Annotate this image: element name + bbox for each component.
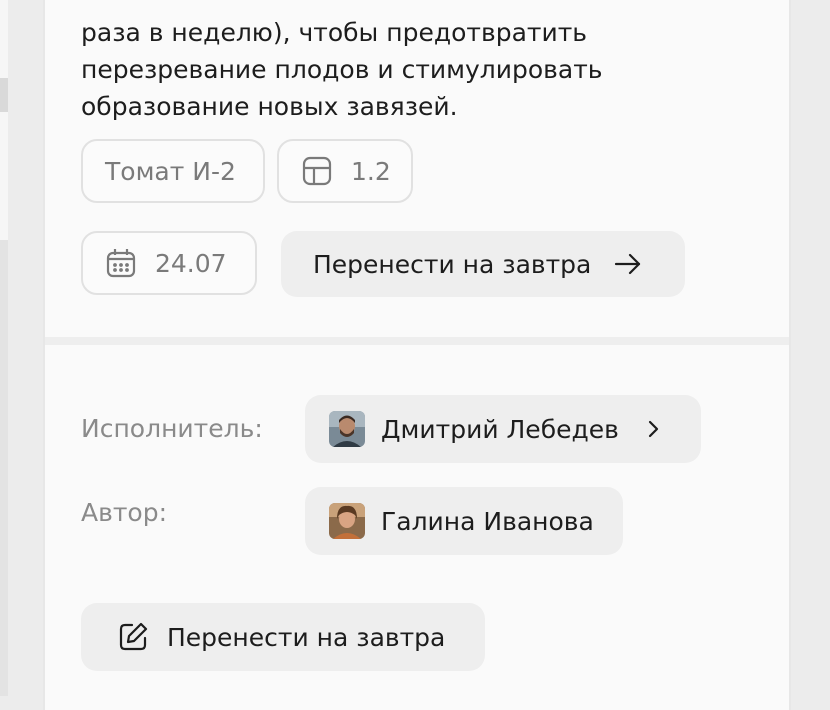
- plot-tag[interactable]: 1.2: [277, 139, 413, 203]
- description-line: образование новых завязей.: [81, 92, 458, 121]
- arrow-right-icon: [613, 249, 643, 279]
- left-panel-edge: [0, 0, 8, 696]
- grid-icon: [301, 155, 333, 187]
- description-line: раза в неделю), чтобы предотвратить: [81, 18, 587, 47]
- left-panel-segment: [0, 240, 8, 696]
- chevron-right-icon: [645, 418, 661, 440]
- reschedule-edit-button[interactable]: Перенести на завтра: [81, 603, 485, 671]
- left-panel-segment: [0, 78, 8, 112]
- author-label: Автор:: [81, 498, 167, 527]
- reschedule-button[interactable]: Перенести на завтра: [281, 231, 685, 297]
- assignee-avatar: [329, 411, 365, 447]
- date-tag[interactable]: 24.07: [81, 231, 257, 295]
- task-card: раза в неделю), чтобы предотвратить пере…: [43, 0, 791, 710]
- variety-tag-label: Томат И-2: [105, 156, 236, 186]
- variety-tag[interactable]: Томат И-2: [81, 139, 265, 203]
- section-divider: [45, 337, 789, 345]
- assignee-name: Дмитрий Лебедев: [381, 414, 619, 444]
- reschedule-edit-button-label: Перенести на завтра: [167, 622, 446, 652]
- edit-icon: [117, 621, 149, 653]
- assignee-selector[interactable]: Дмитрий Лебедев: [305, 395, 701, 463]
- reschedule-button-label: Перенести на завтра: [313, 249, 592, 279]
- author-chip[interactable]: Галина Иванова: [305, 487, 623, 555]
- author-name: Галина Иванова: [381, 506, 594, 536]
- description-line: перезревание плодов и стимулировать: [81, 55, 603, 84]
- calendar-icon: [105, 247, 137, 279]
- plot-tag-label: 1.2: [351, 156, 391, 186]
- assignee-label: Исполнитель:: [81, 414, 263, 443]
- author-avatar: [329, 503, 365, 539]
- date-tag-label: 24.07: [155, 248, 227, 278]
- task-description: раза в неделю), чтобы предотвратить пере…: [81, 14, 741, 125]
